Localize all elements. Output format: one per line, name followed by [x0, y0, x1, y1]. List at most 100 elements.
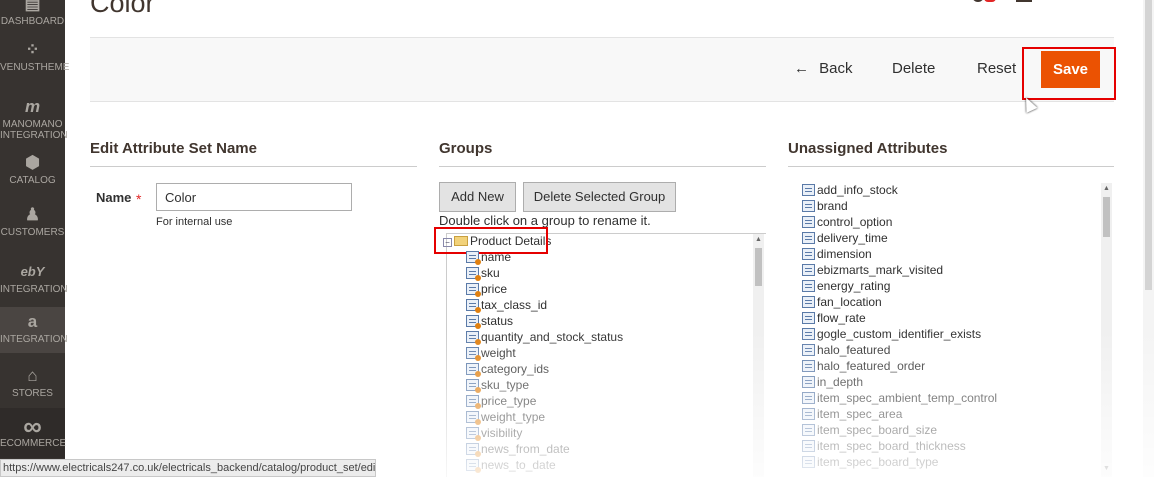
unassigned-attribute-item[interactable]: flow_rate [802, 310, 866, 326]
add-new-group-button[interactable]: Add New [439, 182, 516, 212]
attribute-icon [802, 264, 815, 276]
unassigned-attribute-item[interactable]: in_depth [802, 374, 863, 390]
scroll-up-icon[interactable]: ▲ [755, 236, 762, 243]
unassigned-attribute-item[interactable]: fan_location [802, 294, 882, 310]
nav-ecommerce[interactable]: ∞ ECOMMERCE [0, 408, 66, 458]
group-attribute-label: weight_type [481, 410, 546, 424]
account-icon[interactable] [1016, 0, 1032, 2]
system-attribute-icon [466, 331, 481, 345]
scroll-up-icon[interactable]: ▲ [1103, 185, 1110, 192]
nav-dashboard[interactable]: ▤ DASHBOARD [0, 0, 65, 27]
attribute-icon [802, 440, 815, 452]
system-attribute-icon [466, 347, 481, 361]
page-scrollbar[interactable] [1143, 0, 1154, 477]
attribute-icon [802, 424, 815, 436]
delete-selected-group-button[interactable]: Delete Selected Group [523, 182, 676, 212]
system-attribute-icon [466, 395, 481, 409]
unassigned-attribute-item[interactable]: item_spec_board_thickness [802, 438, 966, 454]
unassigned-attribute-label: control_option [817, 215, 893, 229]
attribute-icon [802, 216, 815, 228]
nav-customers-label: CUSTOMERS [0, 227, 65, 238]
group-attribute-item[interactable]: tax_class_id [466, 297, 547, 313]
nav-stores[interactable]: ⌂ STORES [0, 362, 65, 400]
nav-stores-label: STORES [12, 388, 53, 399]
group-attribute-item[interactable]: price [466, 281, 507, 297]
unassigned-attribute-item[interactable]: control_option [802, 214, 892, 230]
attribute-icon [802, 280, 815, 292]
group-attribute-item[interactable]: weight_type [466, 409, 545, 425]
nav-catalog[interactable]: ⬢ CATALOG [0, 153, 65, 189]
group-attribute-item[interactable]: news_to_date [466, 457, 556, 473]
unassigned-attribute-label: halo_featured_order [817, 359, 926, 373]
unassigned-attribute-item[interactable]: halo_featured_order [802, 358, 925, 374]
reset-button[interactable]: Reset [977, 60, 1016, 77]
group-attribute-item[interactable]: sku_type [466, 377, 529, 393]
group-attribute-label: category_ids [481, 362, 550, 376]
unassigned-attribute-item[interactable]: energy_rating [802, 278, 890, 294]
unassigned-attribute-item[interactable]: item_spec_ambient_temp_control [802, 390, 997, 406]
unassigned-scroll-thumb[interactable] [1103, 197, 1110, 237]
system-attribute-icon [466, 363, 481, 377]
group-attribute-item[interactable]: name [466, 249, 511, 265]
infinity-icon: ∞ [23, 411, 42, 441]
system-attribute-icon [466, 411, 481, 425]
unassigned-attribute-label: item_spec_area [817, 407, 903, 421]
unassigned-attribute-label: dimension [817, 247, 872, 261]
notifications-icon[interactable] [972, 0, 984, 2]
attribute-icon [802, 344, 815, 356]
unassigned-attribute-label: halo_featured [817, 343, 891, 357]
attribute-icon [802, 328, 815, 340]
unassigned-attribute-item[interactable]: delivery_time [802, 230, 888, 246]
group-attribute-item[interactable]: weight [466, 345, 516, 361]
group-attribute-item[interactable]: category_ids [466, 361, 549, 377]
attribute-icon [802, 184, 815, 196]
group-attribute-item[interactable]: news_from_date [466, 441, 570, 457]
unassigned-attribute-label: item_spec_board_type [817, 455, 939, 469]
page-title: Color [90, 0, 155, 18]
nav-customers[interactable]: ♟ CUSTOMERS [0, 205, 65, 241]
unassigned-attribute-item[interactable]: item_spec_board_size [802, 422, 937, 438]
group-attribute-item[interactable]: visibility [466, 425, 522, 441]
group-attribute-label: quantity_and_stock_status [481, 330, 624, 344]
group-attribute-item[interactable]: quantity_and_stock_status [466, 329, 623, 345]
groups-rename-hint: Double click on a group to rename it. [439, 213, 651, 228]
unassigned-attribute-item[interactable]: halo_featured [802, 342, 890, 358]
unassigned-attribute-label: item_spec_ambient_temp_control [817, 391, 998, 405]
dashboard-icon: ▤ [24, 0, 41, 13]
unassigned-attribute-label: item_spec_board_size [817, 423, 938, 437]
delete-button[interactable]: Delete [892, 60, 935, 77]
group-attribute-label: tax_class_id [481, 298, 548, 312]
nav-ebay-integration[interactable]: ebY INTEGRATION [0, 262, 68, 300]
nav-venustheme[interactable]: ⁘ VENUSTHEME [0, 40, 69, 80]
unassigned-attribute-item[interactable]: brand [802, 198, 848, 214]
unassigned-attribute-item[interactable]: item_spec_area [802, 406, 902, 422]
back-button[interactable]: ← Back [794, 60, 853, 77]
nav-ebay-integration-label: INTEGRATION [0, 284, 68, 295]
page-scroll-thumb[interactable] [1145, 0, 1152, 290]
unassigned-title: Unassigned Attributes [788, 140, 1114, 167]
notifications-count-badge [984, 0, 996, 2]
unassigned-scrollbar[interactable]: ▲ ▼ [1101, 183, 1112, 477]
nav-manomano[interactable]: m MANOMANO INTEGRATION [0, 97, 68, 141]
attribute-set-name-input[interactable] [156, 183, 352, 211]
unassigned-attribute-item[interactable]: add_info_stock [802, 182, 898, 198]
nav-dashboard-label: DASHBOARD [0, 16, 65, 27]
unassigned-attribute-item[interactable]: dimension [802, 246, 872, 262]
unassigned-attribute-item[interactable]: ebizmarts_mark_visited [802, 262, 943, 278]
group-attribute-label: status [481, 314, 514, 328]
group-attribute-item[interactable]: status [466, 313, 513, 329]
system-attribute-icon [466, 315, 481, 329]
group-attribute-item[interactable]: sku [466, 265, 500, 281]
unassigned-attribute-label: item_spec_board_thickness [817, 439, 966, 453]
attribute-icon [802, 408, 815, 420]
unassigned-attribute-item[interactable]: item_spec_board_type [802, 454, 938, 470]
unassigned-attribute-item[interactable]: gogle_custom_identifier_exists [802, 326, 981, 342]
groups-scroll-thumb[interactable] [755, 248, 762, 286]
save-highlight-box [1022, 47, 1116, 100]
group-attribute-item[interactable]: price_type [466, 393, 536, 409]
scroll-down-icon[interactable]: ▼ [1103, 465, 1110, 472]
system-attribute-icon [466, 299, 481, 313]
arrow-left-icon: ← [794, 60, 809, 77]
groups-scrollbar[interactable]: ▲ [753, 234, 764, 477]
nav-amazon-integration[interactable]: a INTEGRATION [0, 307, 68, 353]
